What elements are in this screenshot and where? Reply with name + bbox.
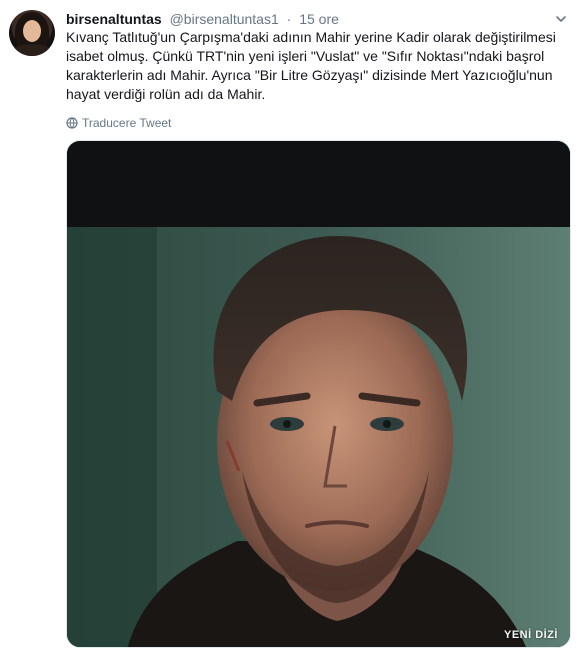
media-photo bbox=[67, 141, 570, 647]
user-handle[interactable]: @birsenaltuntas1 bbox=[170, 11, 279, 27]
tweet-text: Kıvanç Tatlıtuğ'un Çarpışma'daki adının … bbox=[66, 29, 556, 102]
display-name[interactable]: birsenaltuntas bbox=[66, 11, 162, 27]
avatar-shoulders bbox=[9, 44, 55, 56]
translate-tweet-link[interactable]: Traducere Tweet bbox=[66, 115, 171, 131]
tweet-header: birsenaltuntas @birsenaltuntas1 · 15 ore bbox=[66, 10, 562, 28]
chevron-down-icon[interactable] bbox=[554, 12, 568, 26]
avatar[interactable] bbox=[9, 10, 55, 56]
tweet-media-image[interactable]: YENİ DİZİ bbox=[66, 140, 571, 648]
tweet[interactable]: birsenaltuntas @birsenaltuntas1 · 15 ore… bbox=[0, 0, 582, 656]
media-watermark: YENİ DİZİ bbox=[503, 629, 558, 641]
separator-dot: · bbox=[286, 11, 292, 27]
avatar-face bbox=[23, 20, 41, 42]
translate-label: Traducere Tweet bbox=[82, 116, 172, 130]
tweet-timestamp[interactable]: 15 ore bbox=[299, 11, 339, 27]
globe-icon bbox=[66, 116, 82, 130]
